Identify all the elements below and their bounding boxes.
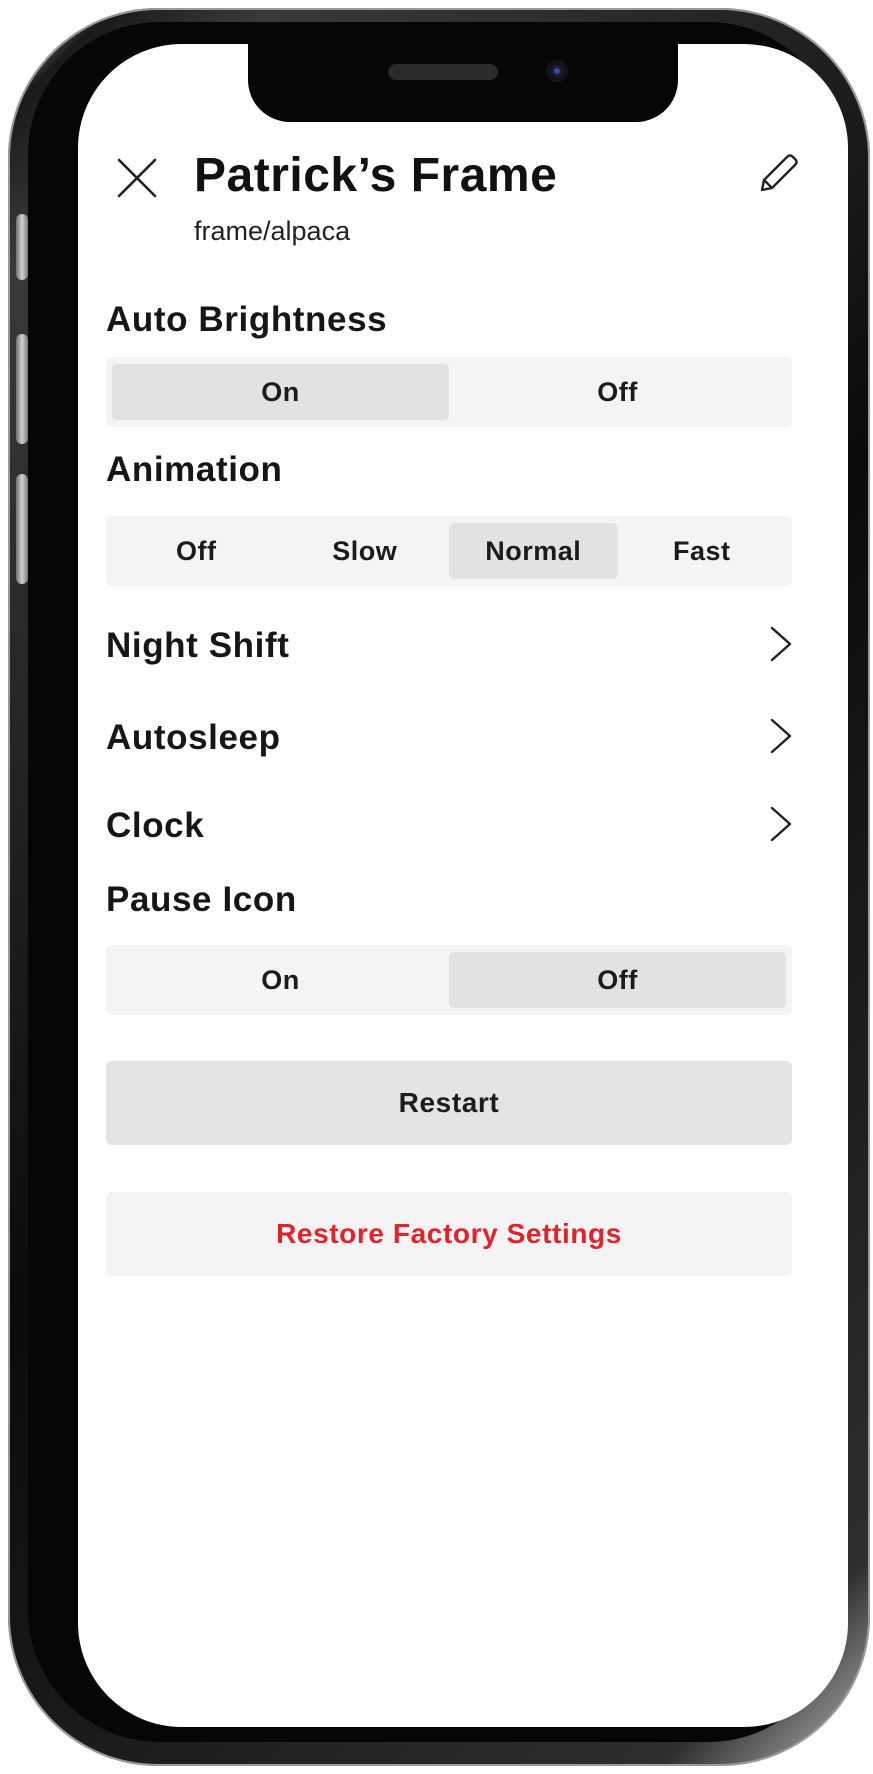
notch <box>248 44 678 122</box>
frame-id: frame/alpaca <box>194 216 351 246</box>
animation-off[interactable]: Off <box>112 523 281 579</box>
chevron-right-icon <box>770 806 792 842</box>
night-shift-label: Night Shift <box>106 626 290 665</box>
autosleep-label: Autosleep <box>106 718 281 757</box>
speaker-grille <box>388 64 498 80</box>
night-shift-row[interactable]: Night Shift <box>106 618 796 678</box>
volume-up-button <box>16 334 28 444</box>
animation-control: Off Slow Normal Fast <box>106 516 792 586</box>
auto-brightness-off[interactable]: Off <box>449 364 786 420</box>
auto-brightness-label: Auto Brightness <box>106 300 388 339</box>
volume-down-button <box>16 474 28 584</box>
screen: Patrick’s Frame frame/alpaca Auto Bright… <box>78 44 848 1727</box>
camera-icon <box>546 60 568 82</box>
pause-icon-off[interactable]: Off <box>449 952 786 1008</box>
animation-label: Animation <box>106 450 283 489</box>
clock-row[interactable]: Clock <box>106 798 796 858</box>
animation-normal[interactable]: Normal <box>449 523 618 579</box>
restore-factory-settings-button[interactable]: Restore Factory Settings <box>106 1192 792 1276</box>
auto-brightness-control: On Off <box>106 357 792 427</box>
clock-label: Clock <box>106 806 205 845</box>
animation-fast[interactable]: Fast <box>618 523 787 579</box>
pause-icon-on[interactable]: On <box>112 952 449 1008</box>
animation-slow[interactable]: Slow <box>281 523 450 579</box>
mute-switch <box>16 214 28 280</box>
chevron-right-icon <box>770 718 792 754</box>
pencil-icon[interactable] <box>756 152 800 196</box>
page: Patrick’s Frame frame/alpaca Auto Bright… <box>0 0 873 1774</box>
page-title: Patrick’s Frame <box>194 149 558 202</box>
pause-icon-control: On Off <box>106 945 792 1015</box>
close-icon[interactable] <box>116 157 158 199</box>
autosleep-row[interactable]: Autosleep <box>106 710 796 770</box>
restart-button[interactable]: Restart <box>106 1061 792 1145</box>
auto-brightness-on[interactable]: On <box>112 364 449 420</box>
pause-icon-label: Pause Icon <box>106 880 297 919</box>
chevron-right-icon <box>770 626 792 662</box>
